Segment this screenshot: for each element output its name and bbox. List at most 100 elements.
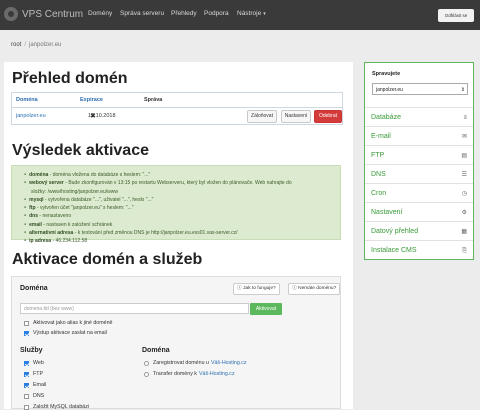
sidebar-item-label: FTP [371, 152, 385, 159]
register-label: Zaregistrovat doménu u [153, 360, 209, 366]
domain-input[interactable]: domena.tld (bez www) [20, 303, 249, 314]
result-key: mysql [29, 196, 44, 203]
domain-select[interactable]: janpolzer.eu ⇕ [372, 83, 468, 95]
transfer-label: Transfer domény k [153, 371, 197, 377]
sidebar-item-label: Instalace CMS [371, 247, 417, 254]
sidebar-item-label: Nastavení [371, 209, 403, 216]
transfer-domain-radio[interactable]: Transfer domény k Váš-Hosting.cz [144, 371, 235, 377]
result-line: ftp - vytvořen účet "janpolzer.eu" s hes… [24, 204, 340, 212]
result-key: doména [29, 171, 49, 178]
register-domain-radio[interactable]: Zaregistrovat doménu u Váš-Hosting.cz [144, 360, 247, 366]
sidebar-title: Spravujete [372, 71, 401, 77]
checkbox-box [24, 371, 29, 377]
delete-button[interactable]: Odebrat [314, 110, 342, 123]
domain-label: Doména [20, 285, 48, 292]
table-header: Doména Expirace Správa [12, 93, 342, 108]
nav-item-podpora[interactable]: Podpora [204, 10, 229, 17]
radio-circle [144, 360, 149, 366]
sidebar-item-datovy-prehled[interactable]: Datový přehled ▦ [365, 221, 473, 241]
result-line: webový server - Bude zkonfigurován v 13:… [24, 179, 340, 187]
domain-section-label: Doména [142, 347, 170, 354]
service-web-checkbox[interactable]: Web [24, 360, 44, 366]
clock-icon: ◷ [461, 191, 467, 197]
nav-item-prehledy[interactable]: Přehledy [171, 10, 197, 17]
column-expiry[interactable]: Expirace [76, 97, 140, 103]
sidebar-item-cron[interactable]: Cron ◷ [365, 183, 473, 203]
result-line: složky: /www/hosting/janpolzer.eu/www [24, 188, 340, 196]
result-key: webový server [29, 180, 64, 187]
activate-button[interactable]: Aktivovat [250, 303, 282, 315]
sidebar-item-ftp[interactable]: FTP ▤ [365, 145, 473, 165]
result-value: - 46.234.112.58 [51, 238, 88, 245]
overview-title: Přehled domén [12, 70, 128, 87]
sidebar: Spravujete janpolzer.eu ⇕ Databáze ≡ E-mai… [364, 62, 474, 260]
sidebar-item-instalace-cms[interactable]: Instalace CMS ⎘ [365, 240, 473, 260]
service-dns-checkbox[interactable]: DNS [24, 393, 44, 399]
result-value: - nastaven k založení schránek [41, 221, 113, 228]
checkbox-box [24, 360, 29, 366]
checkbox-box [24, 320, 29, 326]
domains-table: Doména Expirace Správa janpolzer.eu ✖ 19… [11, 92, 343, 125]
result-key: email [29, 221, 42, 228]
result-line: ip adresa - 46.234.112.58 [24, 237, 340, 245]
email-result-label: Výstup aktivace zaslat na email [33, 330, 107, 336]
breadcrumb-root[interactable]: root [11, 42, 21, 48]
sidebar-item-nastaveni[interactable]: Nastavení ⚙ [365, 202, 473, 222]
settings-button[interactable]: Nastavení [281, 110, 311, 123]
activation-title: Aktivace domén a služeb [12, 251, 203, 268]
table-row: janpolzer.eu ✖ 19.10.2018 Záloňovat Nast… [12, 108, 342, 124]
domain-link[interactable]: janpolzer.eu [12, 113, 76, 119]
service-label: Založit MySQL databázi [33, 404, 90, 410]
result-line: email - nastaven k založení schránek [24, 221, 340, 229]
activation-form: Doména ⓘ Jak to funguje? ⓘ Nemáte doménu… [11, 276, 341, 410]
domain-select-value: janpolzer.eu [376, 87, 403, 93]
result-key: dns [29, 213, 39, 220]
sidebar-item-label: Cron [371, 190, 387, 197]
gear-icon: ⚙ [461, 210, 467, 216]
result-value: složky: /www/hosting/janpolzer.eu/www [31, 188, 118, 195]
service-mysql-checkbox[interactable]: Založit MySQL databázi [24, 404, 89, 410]
brand[interactable]: VPS Centrum [4, 7, 83, 21]
result-value: - vytvořen účet "janpolzer.eu" s heslem:… [35, 205, 134, 212]
no-domain-label: Nemáte doménu? [298, 286, 337, 291]
result-key: ip adresa [29, 238, 52, 245]
no-domain-button[interactable]: ⓘ Nemáte doménu? [288, 283, 341, 295]
nav-item-nastroje[interactable]: Nástroje ▾ [237, 10, 266, 17]
chart-icon: ▦ [461, 229, 467, 235]
manage-button[interactable]: Záloňovat [247, 110, 277, 123]
how-it-works-button[interactable]: ⓘ Jak to funguje? [233, 283, 280, 295]
result-value: - vytvořena databáze "...", uživatel "..… [43, 196, 154, 203]
install-icon: ⎘ [462, 248, 467, 254]
alias-checkbox[interactable]: Aktivovat jako alias k jiné doméně [24, 320, 113, 326]
service-email-checkbox[interactable]: Email [24, 382, 46, 388]
nav-item-domeny[interactable]: Domény [88, 10, 112, 17]
result-key: alternativní adresa [29, 229, 74, 236]
sidebar-item-databaze[interactable]: Databáze ≡ [365, 107, 473, 127]
remove-link-icon[interactable]: ✖ [90, 112, 96, 120]
logout-button[interactable]: Odhlásit se [438, 9, 474, 22]
column-manage: Správa [144, 97, 163, 103]
sidebar-item-dns[interactable]: DNS ☰ [365, 164, 473, 184]
provider-link[interactable]: Váš-Hosting.cz [199, 371, 235, 377]
nav-item-sprava-serveru[interactable]: Správa serveru [120, 10, 164, 17]
sidebar-item-email[interactable]: E-mail ✉ [365, 126, 473, 146]
nav-item-nastroje-label: Nástroje [237, 10, 262, 17]
mail-icon: ✉ [461, 134, 467, 140]
how-it-works-label: Jak to funguje? [243, 286, 276, 291]
list-icon: ≡ [463, 115, 467, 121]
result-line: mysql - vytvořena databáze "...", uživat… [24, 196, 340, 204]
provider-link[interactable]: Váš-Hosting.cz [211, 360, 247, 366]
result-line: alternativní adresa - k testování před z… [24, 229, 340, 237]
result-value: - doména vložena do databáze s heslem: "… [48, 171, 151, 178]
column-domain[interactable]: Doména [12, 97, 76, 103]
activation-result: doména - doména vložena do databáze s he… [11, 165, 341, 244]
service-ftp-checkbox[interactable]: FTP [24, 371, 43, 377]
checkbox-box [24, 382, 29, 388]
breadcrumb: root / janpolzer.eu [11, 42, 61, 48]
top-navbar: VPS Centrum Domény Správa serveru Přehle… [0, 0, 480, 30]
radio-circle [144, 371, 149, 377]
caret-down-icon: ▾ [263, 11, 266, 17]
sidebar-item-label: E-mail [371, 133, 391, 140]
email-result-checkbox[interactable]: Výstup aktivace zaslat na email [24, 330, 107, 336]
service-label: FTP [33, 371, 44, 377]
